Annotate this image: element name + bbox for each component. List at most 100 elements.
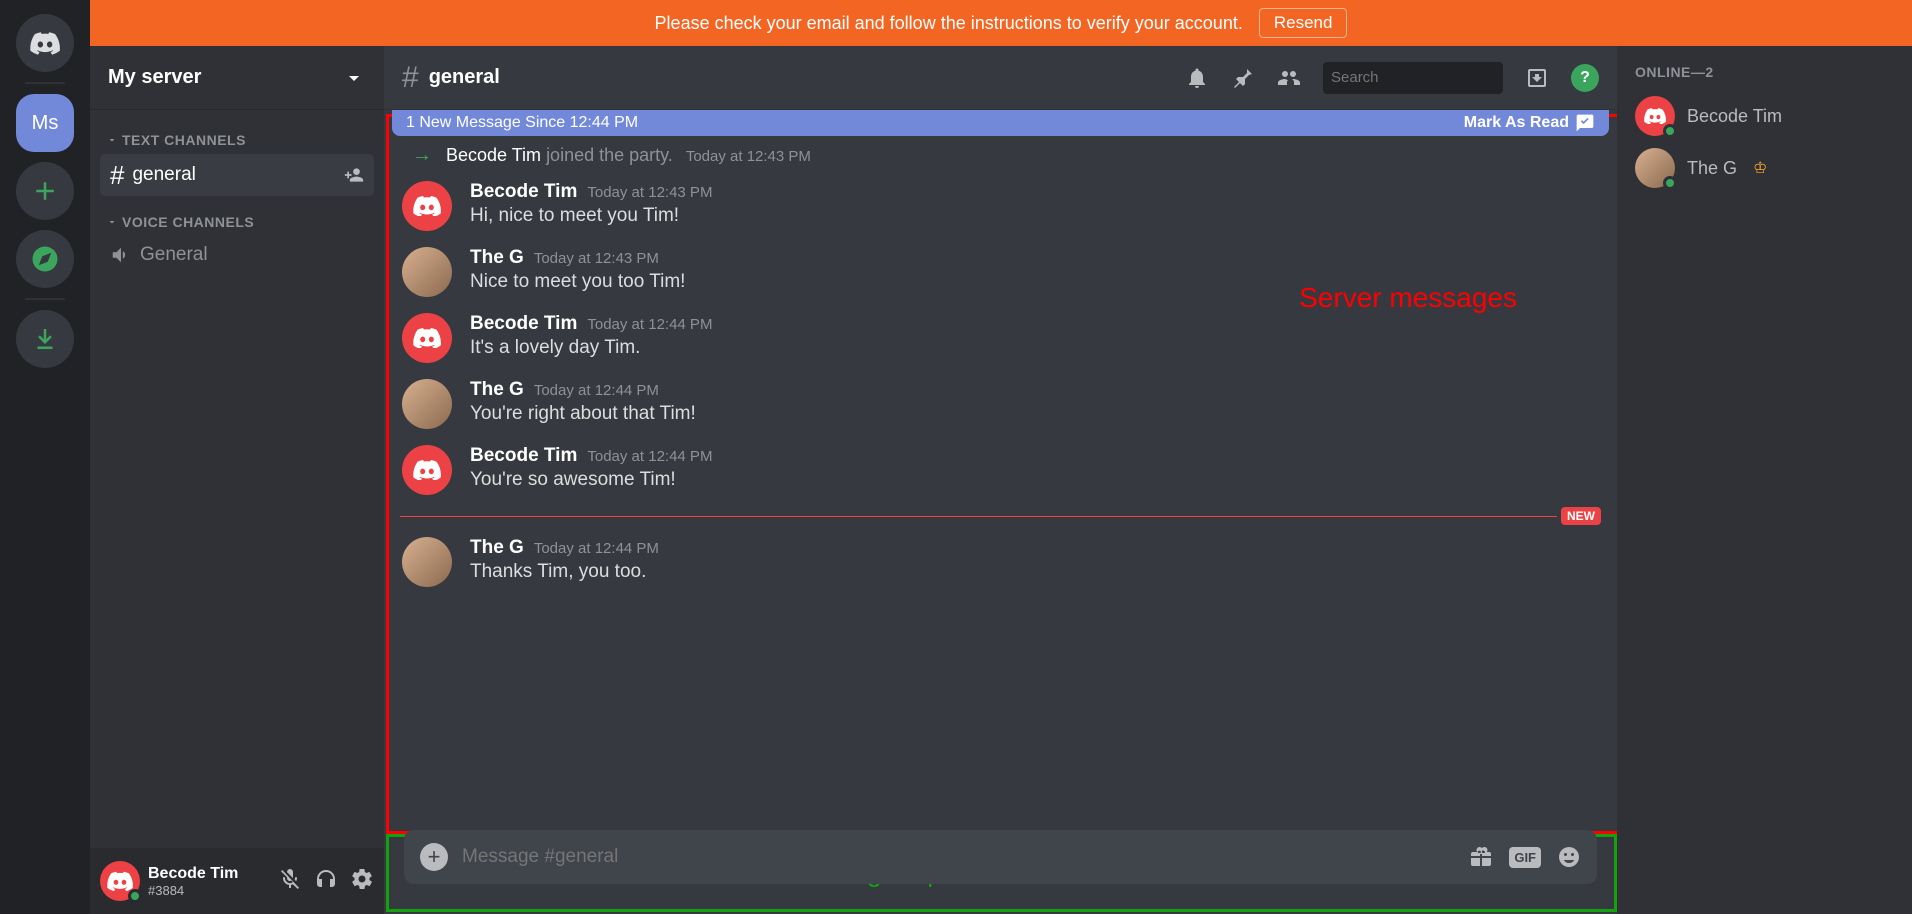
message-avatar[interactable] xyxy=(402,445,452,495)
app-root: Ms Please check your email and follow th… xyxy=(0,0,1912,914)
server-header[interactable]: My server xyxy=(90,46,384,110)
gift-icon[interactable] xyxy=(1469,845,1493,869)
message-author[interactable]: Becode Tim xyxy=(470,445,577,467)
server-separator xyxy=(25,82,65,84)
system-join-message: → Becode Tim joined the party. Today at … xyxy=(384,140,1617,173)
user-settings-button[interactable] xyxy=(350,867,374,896)
server-icon-active[interactable]: Ms xyxy=(16,94,74,152)
member-list-icon[interactable] xyxy=(1277,66,1301,90)
member-avatar xyxy=(1635,148,1675,188)
download-apps-button[interactable] xyxy=(16,310,74,368)
member-list: ONLINE—2 Becode Tim The G ♔ xyxy=(1617,46,1912,914)
message-avatar[interactable] xyxy=(402,181,452,231)
server-rail: Ms xyxy=(0,0,90,914)
new-divider: NEW xyxy=(400,507,1601,525)
channel-general[interactable]: # general xyxy=(100,154,374,196)
self-info: Becode Tim #3884 xyxy=(148,864,270,899)
pins-icon[interactable] xyxy=(1231,66,1255,90)
mute-button[interactable] xyxy=(278,867,302,896)
add-member-icon[interactable] xyxy=(344,165,364,185)
hash-icon: # xyxy=(110,162,124,188)
message-input-wrap[interactable]: + GIF xyxy=(404,830,1597,884)
main-area: # general ? xyxy=(384,46,1912,914)
search-box[interactable] xyxy=(1323,62,1503,94)
chevron-down-icon xyxy=(106,134,118,146)
content-row: My server TEXT CHANNELS # general xyxy=(90,46,1912,914)
messages-scroll[interactable]: 1 New Message Since 12:44 PM Mark As Rea… xyxy=(384,110,1617,914)
status-dot xyxy=(1663,176,1677,190)
member-item[interactable]: Becode Tim xyxy=(1625,90,1904,142)
new-divider-label: NEW xyxy=(1561,507,1601,525)
message: The G Today at 12:44 PM Thanks Tim, you … xyxy=(384,529,1617,595)
message-timestamp: Today at 12:44 PM xyxy=(534,540,659,557)
explore-servers-button[interactable] xyxy=(16,230,74,288)
member-name: The G xyxy=(1687,158,1737,179)
member-item[interactable]: The G ♔ xyxy=(1625,142,1904,194)
search-input[interactable] xyxy=(1331,69,1530,86)
message-author[interactable]: The G xyxy=(470,537,524,559)
upload-button[interactable]: + xyxy=(420,843,448,871)
verify-email-banner: Please check your email and follow the i… xyxy=(90,0,1912,46)
add-server-button[interactable] xyxy=(16,162,74,220)
message: Becode Tim Today at 12:43 PM Hi, nice to… xyxy=(384,173,1617,239)
message-author[interactable]: Becode Tim xyxy=(470,181,577,203)
notifications-icon[interactable] xyxy=(1185,66,1209,90)
chevron-down-icon xyxy=(342,66,366,90)
message-text: You're right about that Tim! xyxy=(470,401,696,427)
system-user[interactable]: Becode Tim xyxy=(446,145,541,165)
message-timestamp: Today at 12:44 PM xyxy=(587,448,712,465)
message-text: Thanks Tim, you too. xyxy=(470,559,659,585)
chevron-down-icon xyxy=(106,216,118,228)
resend-button[interactable]: Resend xyxy=(1259,8,1348,38)
crown-icon: ♔ xyxy=(1753,158,1767,178)
message-author[interactable]: Becode Tim xyxy=(470,313,577,335)
message-text: Hi, nice to meet you Tim! xyxy=(470,203,712,229)
mark-as-read-label: Mark As Read xyxy=(1464,114,1569,132)
system-text: joined the party. xyxy=(546,145,673,165)
text-channels-header[interactable]: TEXT CHANNELS xyxy=(100,128,374,152)
new-messages-bar[interactable]: 1 New Message Since 12:44 PM Mark As Rea… xyxy=(392,110,1609,136)
self-tag: #3884 xyxy=(148,883,270,899)
status-dot xyxy=(128,889,142,903)
message-timestamp: Today at 12:43 PM xyxy=(587,184,712,201)
message-timestamp: Today at 12:44 PM xyxy=(587,316,712,333)
self-avatar[interactable] xyxy=(100,861,140,901)
message-input[interactable] xyxy=(462,846,1455,868)
message-avatar[interactable] xyxy=(402,379,452,429)
member-name: Becode Tim xyxy=(1687,106,1782,127)
message-author[interactable]: The G xyxy=(470,379,524,401)
inbox-icon[interactable] xyxy=(1525,66,1549,90)
status-dot xyxy=(1663,124,1677,138)
message-text: You're so awesome Tim! xyxy=(470,467,712,493)
message-avatar[interactable] xyxy=(402,247,452,297)
message-avatar[interactable] xyxy=(402,313,452,363)
help-button[interactable]: ? xyxy=(1571,64,1599,92)
right-pane: Please check your email and follow the i… xyxy=(90,0,1912,914)
messages-area: Server messages Message input 1 New Mess… xyxy=(384,110,1617,914)
message-avatar[interactable] xyxy=(402,537,452,587)
voice-channels-header[interactable]: VOICE CHANNELS xyxy=(100,210,374,234)
header-toolbar: ? xyxy=(1185,62,1599,94)
message-author[interactable]: The G xyxy=(470,247,524,269)
home-button[interactable] xyxy=(16,14,74,72)
deafen-button[interactable] xyxy=(314,867,338,896)
chat-column: # general ? xyxy=(384,46,1617,914)
voice-channels-label: VOICE CHANNELS xyxy=(122,214,254,230)
message: Becode Tim Today at 12:44 PM You're so a… xyxy=(384,437,1617,503)
self-username: Becode Tim xyxy=(148,864,270,883)
channel-name: general xyxy=(132,164,195,186)
message-timestamp: Today at 12:44 PM xyxy=(534,382,659,399)
channel-header: # general ? xyxy=(384,46,1617,110)
hash-icon: # xyxy=(402,63,419,93)
emoji-icon[interactable] xyxy=(1557,845,1581,869)
message: Becode Tim Today at 12:44 PM It's a love… xyxy=(384,305,1617,371)
input-row: + GIF xyxy=(384,820,1617,904)
message-timestamp: Today at 12:43 PM xyxy=(534,250,659,267)
messages-list-after: The G Today at 12:44 PM Thanks Tim, you … xyxy=(384,529,1617,595)
gif-button[interactable]: GIF xyxy=(1509,847,1541,868)
speaker-icon xyxy=(110,244,132,266)
voice-channel-general[interactable]: General xyxy=(100,236,374,274)
channel-sidebar: My server TEXT CHANNELS # general xyxy=(90,46,384,914)
message-text: Nice to meet you too Tim! xyxy=(470,269,685,295)
banner-text: Please check your email and follow the i… xyxy=(655,13,1243,34)
